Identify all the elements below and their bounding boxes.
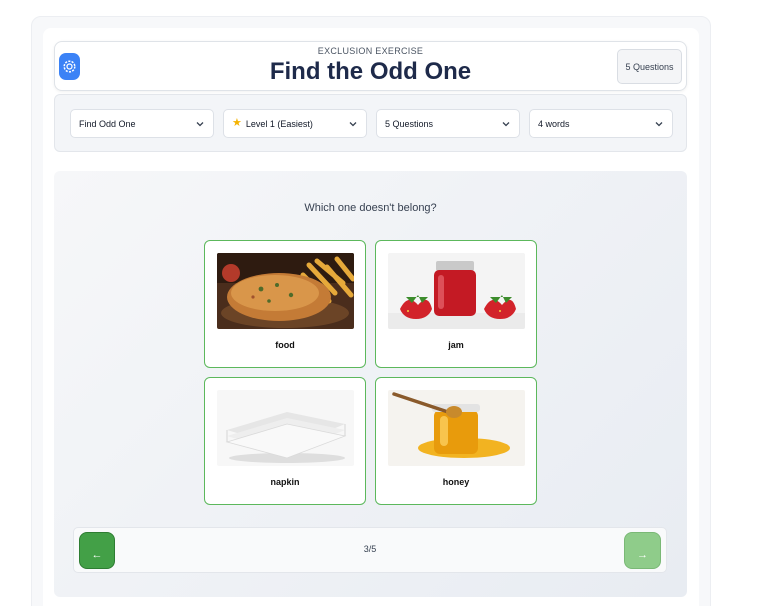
- option-card-napkin[interactable]: napkin: [204, 377, 366, 505]
- level-select[interactable]: ★ Level 1 (Easiest): [223, 109, 367, 138]
- header: EXCLUSION EXERCISE Find the Odd One 5 Qu…: [54, 41, 687, 91]
- option-card-food[interactable]: food: [204, 240, 366, 368]
- chevron-down-icon: [654, 119, 664, 129]
- question-count-select[interactable]: 5 Questions: [376, 109, 520, 138]
- option-card-jam[interactable]: jam: [375, 240, 537, 368]
- option-word: jam: [448, 340, 464, 350]
- question-navigation: ← 3/5 →: [73, 527, 667, 573]
- option-card-honey[interactable]: honey: [375, 377, 537, 505]
- settings-toolbar: Find Odd One ★ Level 1 (Easiest) 5 Quest…: [54, 94, 687, 152]
- star-icon: ★: [232, 117, 242, 129]
- honey-image: [388, 390, 525, 466]
- chevron-down-icon: [195, 119, 205, 129]
- level-select-label: Level 1 (Easiest): [245, 118, 313, 129]
- option-word: honey: [442, 477, 470, 487]
- mode-select[interactable]: Find Odd One: [70, 109, 214, 138]
- option-word: food: [275, 340, 295, 350]
- question-prompt: Which one doesn't belong?: [304, 202, 437, 214]
- page-title: Find the Odd One: [269, 58, 472, 85]
- word-count-label: 4 words: [538, 118, 570, 129]
- chevron-down-icon: [501, 119, 511, 129]
- food-image: [217, 253, 354, 329]
- question-count-label: 5 Questions: [385, 118, 434, 129]
- question-count-badge: 5 Questions: [617, 49, 682, 84]
- mode-select-label: Find Odd One: [79, 118, 136, 129]
- progress-indicator: 3/5: [363, 544, 377, 554]
- option-word: napkin: [270, 477, 300, 487]
- exercise-area: Which one doesn't belong? food jam napki…: [54, 171, 687, 597]
- jam-image: [388, 253, 525, 329]
- arrow-right-icon: →: [637, 549, 648, 561]
- exercise-subtitle: EXCLUSION EXERCISE: [317, 46, 424, 56]
- word-count-select[interactable]: 4 words: [529, 109, 673, 138]
- chevron-down-icon: [348, 119, 358, 129]
- napkin-image: [217, 390, 354, 466]
- next-button[interactable]: →: [624, 532, 661, 569]
